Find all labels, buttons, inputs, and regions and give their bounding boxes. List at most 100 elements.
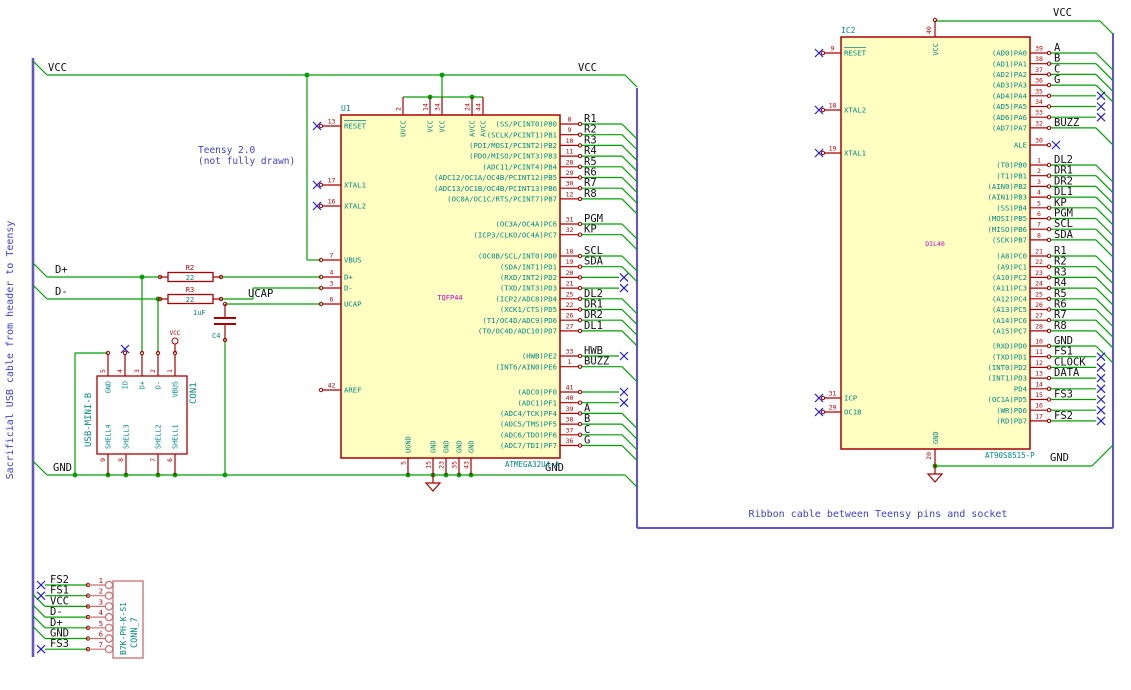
pin-number: 31: [829, 390, 837, 398]
pin-name: GND: [456, 440, 464, 453]
wire: [32, 460, 48, 476]
usb-value: USB-MINI-B: [84, 393, 94, 447]
pin-number: 27: [1035, 312, 1043, 320]
pin-number: 1: [99, 577, 103, 585]
wire: [1095, 164, 1114, 183]
pin-number: 9: [568, 126, 572, 134]
conn7-pad: [104, 634, 114, 643]
resistor-r3[interactable]: R322: [157, 286, 224, 305]
wire: [32, 604, 46, 618]
pin-name: XTAL2: [844, 106, 866, 115]
pin-number: 24: [1035, 280, 1043, 288]
net-label-BUZZ: BUZZ: [1054, 117, 1079, 129]
net-label-KP: KP: [584, 224, 597, 236]
u1-component[interactable]: U1ATMEGA32U4-ATQFP4413RESET17XTAL116XTAL…: [312, 97, 629, 475]
pin-number: 32: [566, 226, 574, 234]
pin-number: 35: [1035, 87, 1043, 95]
pin-number: 22: [566, 301, 574, 309]
net-label-SDA: SDA: [1054, 229, 1074, 241]
conn7-reference: CONN_7: [130, 617, 140, 648]
pin-number: 2: [1037, 167, 1041, 175]
schematic-canvas: Sacrificial USB cable from header to Tee…: [5, 7, 1114, 659]
vcc-symbol-circle: [171, 337, 179, 345]
pin-number: 5: [1037, 199, 1041, 207]
pin-number: 27: [566, 322, 574, 330]
pin-name: (INT0)PD2: [987, 363, 1027, 372]
conn7-connector[interactable]: B7K-PH-K-S1 CONN_71FS22FS13VCC4D-5D+6GND7…: [36, 574, 144, 659]
cable-note-text: Sacrificial USB cable from header to Tee…: [5, 221, 16, 480]
junction-dot: [304, 72, 310, 78]
pin-number: 15: [425, 461, 433, 469]
pin-number: 37: [566, 426, 574, 434]
pin-name: (MOSI)PB5: [987, 214, 1027, 223]
junction-dot: [139, 274, 145, 280]
pin-name: (AD5)PA5: [992, 102, 1027, 111]
pin-name: ICP: [844, 394, 858, 403]
pin-name: (RXD)PD0: [992, 342, 1027, 351]
pin-name: AVCC: [480, 120, 488, 137]
pin-number: 4: [116, 369, 124, 373]
conn7-pad: [104, 623, 114, 633]
u1-value: ATMEGA32U4-A: [505, 460, 560, 469]
pin-name: (SCLK/PCINT1)PB1: [487, 130, 557, 139]
u1-reference: U1: [341, 104, 351, 113]
pin-name: XTAL2: [344, 202, 366, 211]
pin-number: 7: [99, 641, 103, 649]
net-label-FS3: FS3: [50, 638, 69, 650]
pin-number: 11: [1035, 348, 1043, 356]
pin-name: D+: [344, 273, 353, 282]
pin-name: (WR)PD6: [996, 406, 1027, 415]
pin-number: 5: [99, 369, 107, 373]
pin-number: 5: [99, 620, 103, 628]
conn7-pad: [104, 591, 114, 600]
pin-name: (MISO)PB6: [987, 225, 1027, 234]
pin-number: 20: [566, 269, 574, 277]
usb-connector[interactable]: USB-MINI-B CON1 5 GND 4 ID 3 D+ 2 D- 1 VBUS 9 SHELL4 8…: [84, 344, 199, 475]
pin-name: VBUS: [172, 381, 180, 397]
pin-number: 44: [475, 103, 483, 111]
wire: [1095, 175, 1114, 194]
pin-number: 16: [328, 198, 336, 206]
pin-number: 28: [566, 158, 574, 166]
pin-name: D-: [155, 381, 163, 389]
pin-name: (OC1A)PD5: [987, 395, 1027, 404]
pin-number: 4: [99, 609, 103, 617]
ic2-reference: IC2: [841, 26, 856, 35]
pin-name: OC1B: [844, 408, 862, 417]
pin-name: ALE: [1014, 141, 1027, 150]
wire: [1095, 63, 1114, 82]
pin-number: 23: [1035, 269, 1043, 277]
pin-number: 15: [1035, 391, 1043, 399]
wire: [624, 74, 638, 88]
wire: [1095, 228, 1114, 247]
pin-name: GND: [443, 440, 451, 453]
net-label-BUZZ: BUZZ: [584, 356, 609, 368]
resistor-r2[interactable]: R222: [157, 264, 224, 283]
wire: [1095, 287, 1114, 306]
wire: [1095, 298, 1114, 317]
pin-name: XTAL1: [844, 149, 866, 158]
capacitor-c4[interactable]: 1uF C4: [193, 301, 236, 343]
pin-number: 20: [925, 452, 933, 460]
pin-number: 43: [463, 461, 471, 469]
pin-name: (OC0B/SCL/INT0)PD0: [478, 252, 557, 261]
teensy-note: Teensy 2.0(not fully drawn): [198, 145, 295, 167]
cable-note: Sacrificial USB cable from header to Tee…: [5, 221, 16, 480]
pin-name: (T1)PB1: [996, 171, 1027, 180]
pin-name: (A15)PC7: [992, 327, 1027, 336]
pin-number: 1: [568, 358, 572, 366]
net-label-vcc-left: VCC: [48, 62, 67, 74]
net-label-gnd-left: GND: [53, 462, 72, 474]
pin-number: 4: [330, 269, 334, 277]
pin-number: 3: [99, 598, 103, 606]
pin-number: 26: [1035, 301, 1043, 309]
pin-number: 3: [1037, 178, 1041, 186]
pin-number: 1: [1037, 157, 1041, 165]
pin-name: (SS)PB4: [996, 203, 1027, 212]
ribbon-note-text: Ribbon cable between Teensy pins and soc…: [749, 509, 1008, 520]
pin-number: 12: [566, 190, 574, 198]
pin-name: (ADC4/TCK)PF4: [500, 409, 558, 418]
conn7-pad: [104, 645, 114, 654]
pin-name: (T0/OC4D/ADC10)PD7: [478, 327, 557, 336]
net-label-R8: R8: [1054, 320, 1067, 332]
